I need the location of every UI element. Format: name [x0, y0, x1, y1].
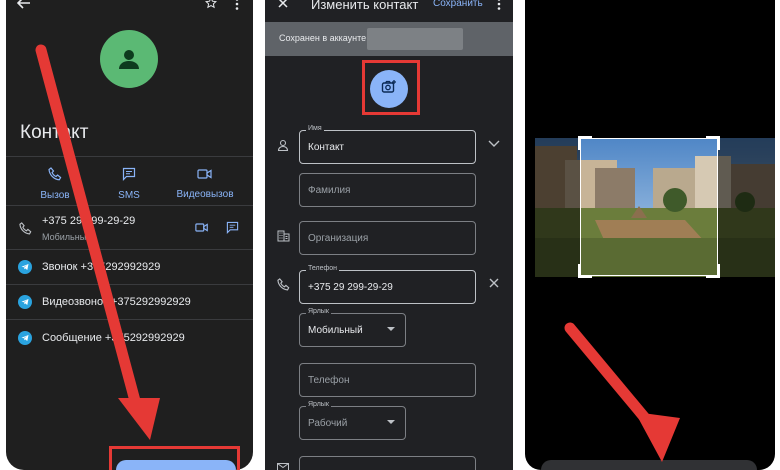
telegram-video-row[interactable]: Видеозвонок +375292992929 [42, 296, 191, 308]
divider [6, 319, 253, 320]
name-field-label: Имя [306, 125, 324, 132]
account-text: Сохранен в аккаунте [279, 33, 367, 43]
phone-icon [276, 277, 290, 291]
phone2-label-select-value: Рабочий [308, 418, 348, 429]
divider [6, 284, 253, 285]
more-vert-icon[interactable] [233, 0, 241, 11]
star-icon[interactable] [204, 0, 218, 10]
crop-handle-top-left[interactable] [578, 136, 592, 150]
crop-photo-screen [525, 0, 775, 470]
dropdown-arrow-icon [387, 327, 395, 331]
name-field-value: Контакт [308, 142, 345, 153]
email-icon [276, 462, 290, 470]
telegram-icon [18, 260, 32, 274]
message-icon[interactable] [225, 220, 239, 234]
person-outline-icon [276, 138, 290, 152]
message-icon [122, 167, 136, 185]
crop-dim-right [718, 138, 775, 277]
phone2-label-select-label: Ярлык [306, 401, 331, 408]
phone-type: Мобильный [42, 232, 92, 242]
phone-icon [48, 167, 62, 185]
phone2-field[interactable]: Телефон [299, 363, 476, 397]
crop-dim-left [535, 138, 580, 277]
top-bar [6, 0, 253, 14]
more-vert-icon[interactable] [495, 0, 503, 11]
contact-details-screen: Контакт Вызов SMS Видеовызов +375 29 299… [6, 0, 253, 470]
save-button[interactable]: Сохранить [433, 0, 483, 9]
divider [6, 156, 253, 157]
surname-placeholder: Фамилия [308, 185, 351, 196]
highlight-add-photo [362, 60, 420, 115]
company-field[interactable]: Организация [299, 221, 476, 255]
divider [6, 249, 253, 250]
video-icon [197, 167, 213, 184]
account-email-blurred [367, 28, 463, 50]
video-call-action[interactable]: Видеовызов [170, 167, 240, 200]
telegram-message-row[interactable]: Сообщение +375292992929 [42, 332, 185, 344]
contact-name: Контакт [20, 122, 89, 143]
phone-label-select-value: Мобильный [308, 325, 363, 336]
sms-action[interactable]: SMS [94, 167, 164, 201]
dropdown-arrow-icon [387, 420, 395, 424]
telegram-icon [18, 331, 32, 345]
business-icon [276, 229, 290, 243]
phone-label-select[interactable]: Ярлык Мобильный [299, 308, 406, 347]
crop-frame[interactable] [578, 136, 720, 278]
chevron-down-icon[interactable] [487, 138, 501, 150]
arrow-left-icon[interactable] [16, 0, 32, 10]
telegram-call-row[interactable]: Звонок +375292992929 [42, 261, 160, 273]
phone-icon [18, 221, 32, 235]
phone-field[interactable]: Телефон +375 29 299-29-29 [299, 265, 476, 304]
phone-label-select-label: Ярлык [306, 308, 331, 315]
sms-action-label: SMS [118, 190, 140, 201]
crop-handle-bottom-right[interactable] [706, 264, 720, 278]
clear-icon[interactable] [488, 277, 500, 289]
call-action[interactable]: Вызов [20, 167, 90, 201]
phone-number[interactable]: +375 29 299-29-29 [42, 215, 135, 227]
avatar [100, 30, 158, 88]
video-call-action-label: Видеовызов [176, 189, 234, 200]
name-field[interactable]: Имя Контакт [299, 125, 476, 164]
phone2-label-select[interactable]: Ярлык Рабочий [299, 401, 406, 440]
divider [6, 205, 253, 206]
account-bar[interactable]: Сохранен в аккаунте [265, 22, 513, 56]
phone-field-label: Телефон [306, 265, 340, 272]
email-field[interactable] [299, 456, 476, 470]
phone2-placeholder: Телефон [308, 375, 350, 386]
phone-field-value: +375 29 299-29-29 [308, 282, 393, 293]
page-title: Изменить контакт [311, 0, 419, 12]
close-icon[interactable] [276, 0, 290, 9]
highlight-edit-button [109, 446, 240, 470]
surname-field[interactable]: Фамилия [299, 173, 476, 207]
bottom-action-bar[interactable] [541, 460, 757, 470]
telegram-icon [18, 295, 32, 309]
crop-handle-top-right[interactable] [706, 136, 720, 150]
company-placeholder: Организация [308, 233, 369, 244]
crop-handle-bottom-left[interactable] [578, 264, 592, 278]
video-icon[interactable] [194, 221, 210, 233]
call-action-label: Вызов [40, 190, 70, 201]
person-icon [100, 30, 158, 88]
